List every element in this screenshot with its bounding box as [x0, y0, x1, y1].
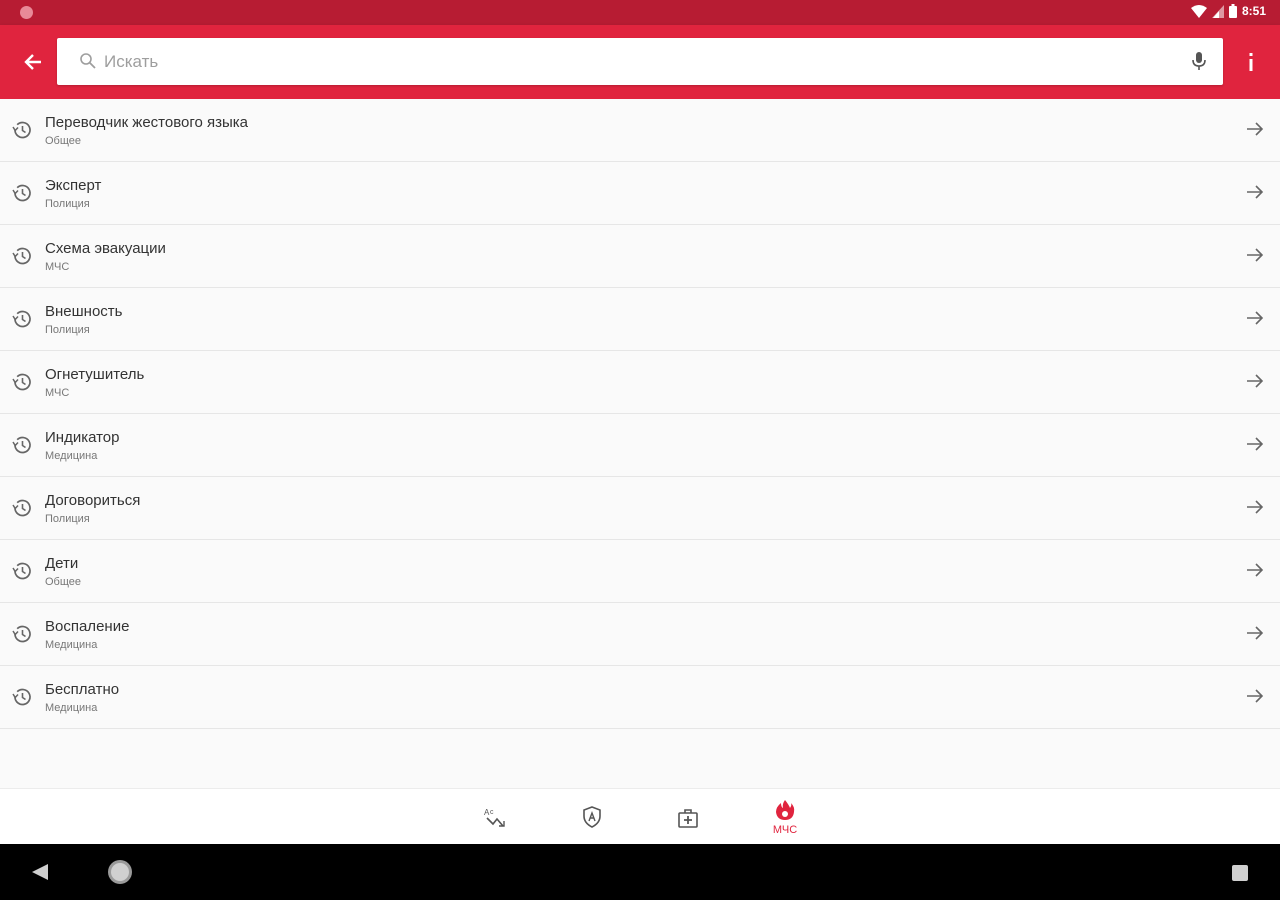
- history-icon: [12, 562, 31, 580]
- history-item-category: Медицина: [45, 639, 98, 651]
- history-icon: [12, 184, 31, 202]
- arrow-forward-icon: [1247, 626, 1264, 640]
- history-icon: [12, 625, 31, 643]
- search-input[interactable]: [104, 38, 1184, 85]
- history-row[interactable]: Эксперт Полиция: [0, 162, 1280, 225]
- history-item-title: Схема эвакуации: [45, 240, 166, 257]
- svg-text:c: c: [490, 809, 494, 816]
- history-icon: [12, 121, 31, 139]
- history-item-category: Полиция: [45, 198, 90, 210]
- info-icon: [1249, 53, 1253, 71]
- history-icon: [12, 436, 31, 454]
- history-item-category: Общее: [45, 576, 82, 588]
- history-item-title: Договориться: [45, 492, 141, 509]
- translate-icon: A c: [484, 808, 505, 827]
- history-row[interactable]: Воспаление Медицина: [0, 603, 1280, 666]
- info-button[interactable]: [1236, 45, 1266, 79]
- arrow-forward-icon: [1247, 122, 1264, 136]
- history-item-title: Индикатор: [45, 429, 120, 446]
- nav-tab-general[interactable]: A c: [465, 789, 525, 845]
- system-home-icon[interactable]: [107, 859, 133, 885]
- history-row[interactable]: Внешность Полиция: [0, 288, 1280, 351]
- history-item-title: Огнетушитель: [45, 366, 145, 383]
- nav-tab-emergency-label: МЧС: [772, 824, 798, 836]
- back-button[interactable]: [14, 43, 52, 81]
- history-item-title: Эксперт: [45, 177, 102, 194]
- history-item-category: Общее: [45, 135, 82, 147]
- history-item-title: Переводчик жестового языка: [45, 114, 249, 131]
- police-shield-icon: [583, 806, 601, 828]
- history-item-category: Медицина: [45, 450, 98, 462]
- app-bar: [0, 25, 1280, 99]
- history-item-title: Дети: [45, 555, 79, 572]
- history-row[interactable]: Переводчик жестового языка Общее: [0, 99, 1280, 162]
- nav-tab-police[interactable]: [562, 789, 622, 845]
- history-item-category: МЧС: [45, 387, 70, 399]
- system-back-icon[interactable]: [31, 863, 49, 881]
- microphone-icon[interactable]: [1191, 51, 1207, 71]
- history-list: Переводчик жестового языка Общее Эксперт По…: [0, 99, 1280, 729]
- history-item-category: Полиция: [45, 324, 90, 336]
- arrow-forward-icon: [1247, 248, 1264, 262]
- arrow-forward-icon: [1247, 311, 1264, 325]
- history-row[interactable]: Договориться Полиция: [0, 477, 1280, 540]
- search-icon: [80, 53, 96, 69]
- status-time: 8:51: [1241, 4, 1266, 18]
- arrow-forward-icon: [1247, 689, 1264, 703]
- search-box: [57, 38, 1223, 85]
- history-icon: [12, 499, 31, 517]
- history-row[interactable]: Огнетушитель МЧС: [0, 351, 1280, 414]
- history-row[interactable]: Индикатор Медицина: [0, 414, 1280, 477]
- bottom-navigation: A c МЧС: [0, 788, 1280, 845]
- history-item-title: Воспаление: [45, 618, 130, 635]
- history-row[interactable]: Бесплатно Медицина: [0, 666, 1280, 729]
- system-navigation-bar: [0, 844, 1280, 900]
- history-row[interactable]: Дети Общее: [0, 540, 1280, 603]
- status-bar: 8:51: [0, 0, 1280, 25]
- system-recents-icon[interactable]: [1231, 864, 1249, 882]
- arrow-forward-icon: [1247, 185, 1264, 199]
- arrow-forward-icon: [1247, 437, 1264, 451]
- cell-signal-icon: [1211, 4, 1224, 18]
- fire-icon: [776, 800, 795, 820]
- history-row[interactable]: Схема эвакуации МЧС: [0, 225, 1280, 288]
- nav-tab-emergency[interactable]: МЧС: [755, 789, 815, 845]
- arrow-back-icon: [24, 54, 41, 70]
- history-item-category: МЧС: [45, 261, 70, 273]
- battery-icon: [1228, 4, 1237, 18]
- status-indicators: 8:51: [1190, 4, 1266, 18]
- notification-icon: [20, 6, 33, 19]
- history-icon: [12, 310, 31, 328]
- history-icon: [12, 373, 31, 391]
- history-item-title: Бесплатно: [45, 681, 120, 698]
- medical-kit-icon: [678, 809, 698, 828]
- history-item-category: Медицина: [45, 702, 98, 714]
- history-item-title: Внешность: [45, 303, 123, 320]
- history-item-category: Полиция: [45, 513, 90, 525]
- history-icon: [12, 247, 31, 265]
- arrow-forward-icon: [1247, 563, 1264, 577]
- wifi-icon: [1190, 4, 1207, 18]
- arrow-forward-icon: [1247, 500, 1264, 514]
- nav-tab-medicine[interactable]: [658, 789, 718, 845]
- arrow-forward-icon: [1247, 374, 1264, 388]
- history-icon: [12, 688, 31, 706]
